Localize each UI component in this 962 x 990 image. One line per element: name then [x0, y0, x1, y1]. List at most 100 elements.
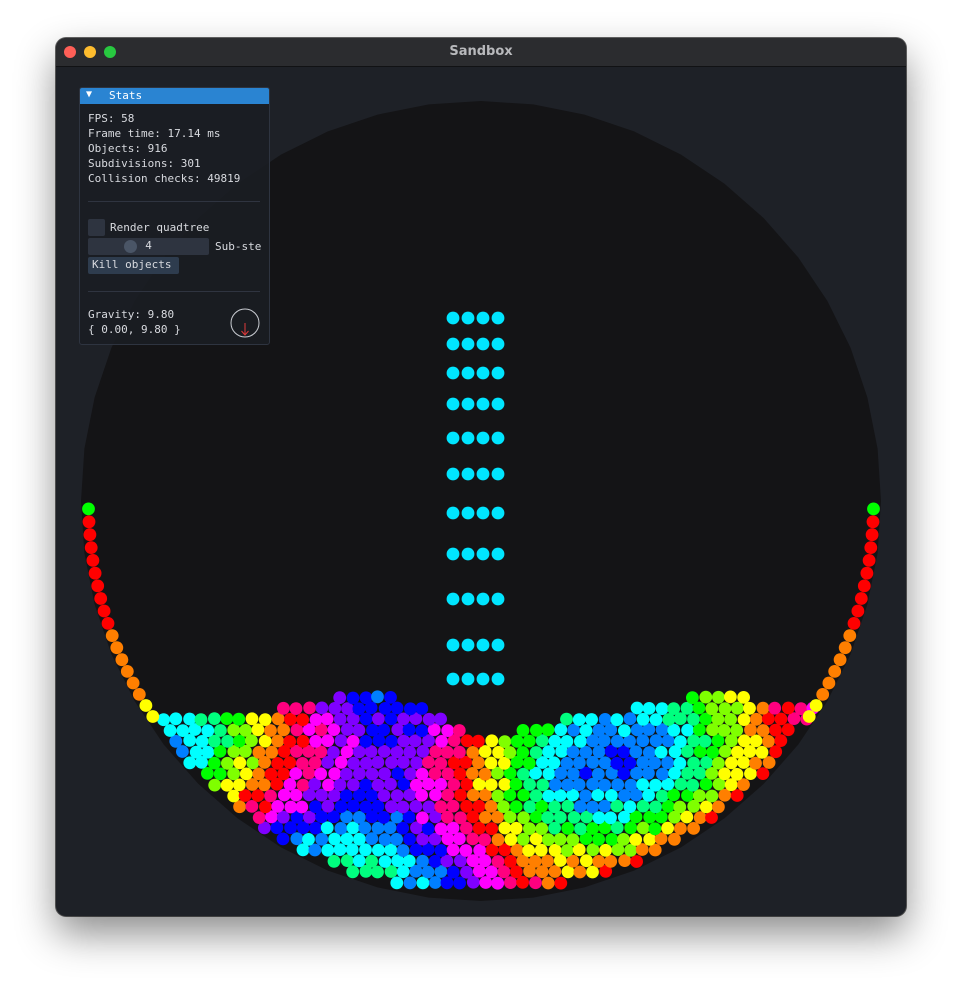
particle	[586, 800, 599, 814]
particle	[378, 855, 392, 868]
stats-panel-title: Stats	[109, 89, 143, 102]
particle	[560, 712, 573, 726]
particle	[567, 767, 580, 781]
particle	[461, 547, 475, 561]
gravity-readout: Gravity: 9.80	[88, 308, 175, 321]
particle	[415, 702, 429, 715]
particle	[440, 745, 454, 759]
particle	[315, 701, 329, 715]
particle	[283, 735, 297, 748]
particle	[686, 778, 700, 792]
particle	[220, 778, 234, 792]
particle	[476, 311, 490, 325]
particle	[402, 723, 416, 737]
particle	[239, 767, 253, 781]
particle	[169, 712, 183, 726]
particle	[434, 800, 448, 814]
particle	[636, 821, 650, 835]
particle	[352, 723, 366, 737]
particle	[264, 724, 277, 737]
particle	[585, 713, 598, 726]
particle	[535, 822, 549, 835]
particle	[132, 688, 146, 701]
particle	[617, 833, 630, 846]
particle	[339, 789, 353, 802]
particle	[385, 734, 398, 748]
particle	[321, 843, 335, 857]
particle	[283, 756, 297, 769]
particle	[484, 800, 498, 813]
stats-panel[interactable]: ▼ Stats FPS: 58 Frame time: 17.14 ms Obj…	[79, 87, 270, 345]
particle	[264, 767, 278, 781]
particle	[428, 855, 442, 868]
particle	[391, 767, 405, 780]
particle	[648, 822, 662, 836]
particle	[446, 865, 460, 879]
particle	[523, 800, 537, 814]
particle	[194, 713, 208, 727]
particle	[867, 502, 880, 516]
particle	[802, 710, 816, 723]
particle	[446, 397, 460, 411]
title-bar[interactable]: Sandbox	[56, 38, 906, 67]
particle	[573, 756, 586, 770]
particle	[446, 821, 460, 835]
kill-objects-button[interactable]: Kill objects	[88, 257, 179, 274]
particle	[649, 734, 663, 748]
particle	[491, 855, 505, 868]
particle	[434, 712, 447, 726]
render-quadtree-checkbox[interactable]	[88, 219, 105, 236]
particle	[327, 854, 341, 868]
subdivisions-readout: Subdivisions: 301	[88, 157, 201, 170]
particle	[428, 876, 442, 889]
particle	[446, 638, 460, 652]
particle	[334, 734, 348, 747]
particle	[461, 311, 475, 325]
particle	[446, 547, 460, 561]
particle	[580, 854, 593, 868]
particle	[478, 811, 492, 824]
particle	[649, 800, 662, 814]
particle	[340, 767, 353, 781]
particle	[655, 789, 669, 803]
particle	[390, 832, 403, 846]
particle	[396, 865, 410, 879]
particle	[372, 843, 385, 857]
particle	[404, 702, 417, 716]
particle	[476, 672, 490, 686]
sub-steps-slider[interactable]: 4	[88, 238, 209, 255]
particle	[674, 777, 688, 791]
particle	[510, 734, 524, 748]
particle	[833, 653, 847, 667]
particle	[598, 713, 612, 726]
collapse-triangle-icon[interactable]: ▼	[86, 89, 92, 100]
particle	[461, 467, 475, 481]
objects-readout: Objects: 916	[88, 142, 168, 155]
particle	[359, 800, 373, 814]
particle	[485, 734, 499, 748]
particle	[446, 843, 460, 857]
particle	[851, 604, 865, 618]
particle	[592, 855, 606, 868]
particle	[573, 865, 587, 879]
particle	[308, 756, 322, 770]
particle	[599, 843, 612, 857]
particle	[320, 712, 334, 726]
particle	[365, 854, 378, 868]
particle	[686, 691, 699, 705]
particle	[446, 799, 460, 813]
particle	[115, 653, 129, 667]
stats-panel-header[interactable]: ▼ Stats	[80, 88, 269, 104]
particle	[422, 755, 435, 769]
particle	[461, 397, 475, 411]
particle	[516, 832, 530, 846]
particle	[441, 724, 455, 737]
particle	[485, 822, 499, 836]
particle	[547, 756, 561, 770]
particle	[434, 844, 448, 857]
particle	[516, 724, 530, 737]
particle	[446, 366, 460, 380]
particle	[491, 431, 505, 445]
gravity-direction-dial[interactable]	[230, 308, 260, 338]
particle	[522, 734, 536, 748]
